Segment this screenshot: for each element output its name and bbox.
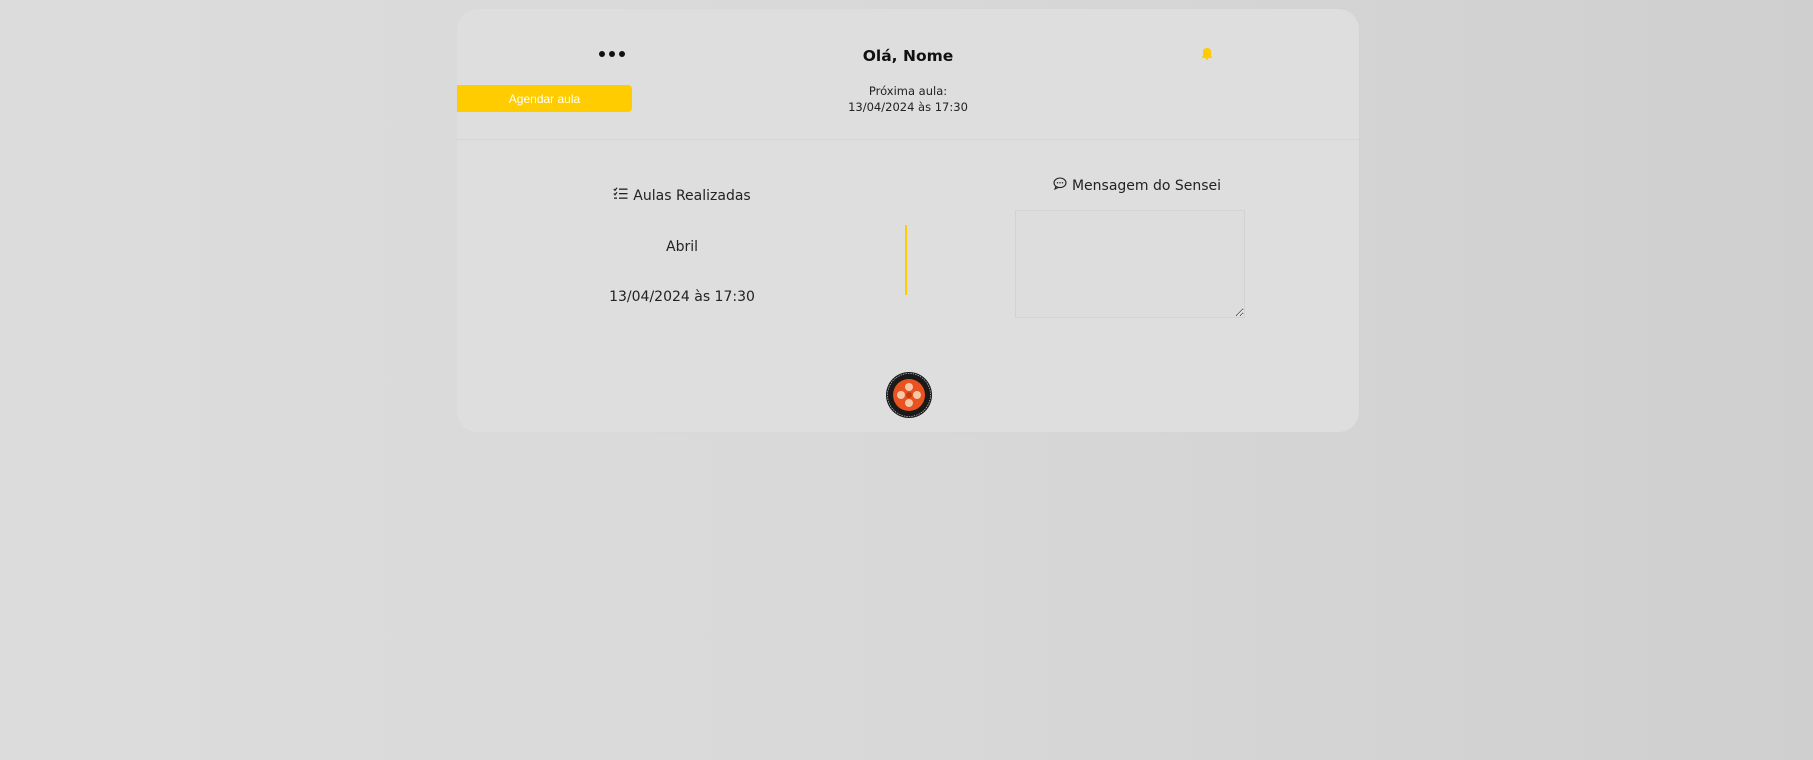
- month-label: Abril: [666, 239, 698, 255]
- bell-icon[interactable]: [1197, 43, 1217, 63]
- sensei-message-textarea[interactable]: [1015, 210, 1245, 318]
- header-divider: [457, 139, 1359, 140]
- sensei-message-title: Mensagem do Sensei: [1053, 177, 1221, 194]
- next-class-info: Próxima aula: 13/04/2024 às 17:30: [757, 83, 1059, 115]
- greeting-title: Olá, Nome: [862, 47, 954, 65]
- sensei-message-label: Mensagem do Sensei: [1071, 177, 1222, 194]
- list-item: 13/04/2024 às 17:30: [609, 289, 755, 305]
- checklist-icon: [613, 187, 628, 204]
- classes-done-title: Aulas Realizadas: [613, 187, 751, 204]
- classes-done-label: Aulas Realizadas: [633, 187, 751, 204]
- schedule-class-button[interactable]: Agendar aula: [457, 85, 632, 112]
- speech-bubble-icon: [1053, 177, 1067, 194]
- more-horizontal-icon[interactable]: [592, 46, 632, 62]
- dojo-logo: [885, 371, 933, 419]
- dashboard-card: Olá, Nome Agendar aula Próxima aula: 13/…: [457, 9, 1359, 432]
- next-class-datetime: 13/04/2024 às 17:30: [848, 100, 968, 114]
- next-class-label: Próxima aula:: [868, 84, 948, 98]
- section-divider: [905, 225, 907, 295]
